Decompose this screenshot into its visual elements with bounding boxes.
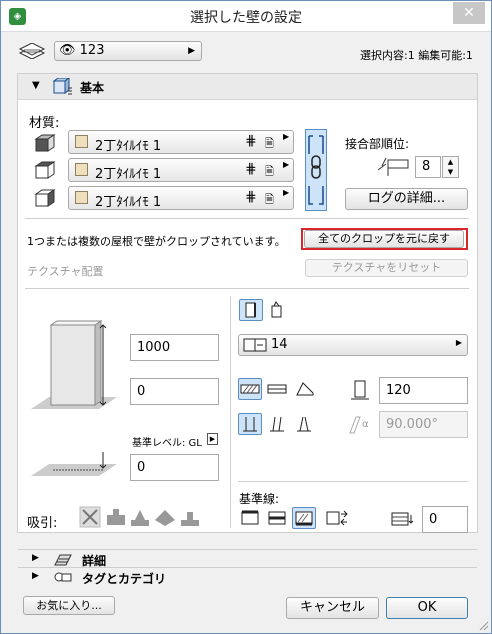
wall-settings-icon [51, 78, 73, 96]
angle-icon: α [348, 415, 374, 435]
material-swatch [75, 163, 88, 176]
divider [238, 481, 468, 482]
surface-icon-2 [34, 161, 56, 179]
junction-order-field[interactable]: 8 [415, 156, 441, 178]
base-offset-field[interactable]: 0 [130, 454, 219, 481]
close-button[interactable]: ✕ [453, 2, 485, 24]
popup-arrow-icon: ▶ [283, 188, 290, 197]
details-section-header[interactable]: ▶ 詳細 [18, 549, 477, 568]
wall-height-diagram [29, 319, 119, 414]
divider [25, 218, 469, 219]
document-icon: 🗎 [265, 165, 274, 178]
junction-icon [376, 156, 410, 178]
tags-section-header[interactable]: ▶ タグとカテゴリ [18, 567, 477, 586]
divider [25, 288, 469, 289]
hatch-icon: ⋕ [245, 133, 257, 149]
ref-line-center-button[interactable] [265, 507, 289, 529]
composite-selector[interactable]: 14 ▶ [238, 334, 468, 356]
structure-profile-button[interactable] [292, 378, 316, 400]
selection-info: 選択内容:1 編集可能:1 [360, 49, 473, 62]
window-title: 選択した壁の設定 [190, 10, 302, 26]
ref-offset-icon [391, 509, 417, 529]
material-row-3[interactable]: 2丁ﾀｲﾙｲﾓ 1 ⋕ 🗎 ▶ [68, 186, 294, 210]
stepper-up-icon[interactable]: ▲ [443, 157, 458, 167]
tags-icon [54, 571, 72, 584]
eye-icon: 👁 [59, 43, 76, 58]
reset-texture-button[interactable]: テクスチャをリセット [305, 259, 468, 277]
ok-button[interactable]: OK [386, 597, 468, 619]
material-swatch [75, 191, 88, 204]
geometry-slanted-button[interactable] [265, 413, 289, 435]
wall-height-field[interactable]: 1000 [130, 334, 219, 361]
base-level-arrow-button[interactable]: ▶ [207, 433, 218, 445]
material-row-2[interactable]: 2丁ﾀｲﾙｲﾓ 1 ⋕ 🗎 ▶ [68, 158, 294, 182]
material-name: 2丁ﾀｲﾙｲﾓ 1 [95, 167, 162, 182]
resize-grip-icon[interactable] [477, 619, 489, 631]
material-row-1[interactable]: 2丁ﾀｲﾙｲﾓ 1 ⋕ 🗎 ▶ [68, 130, 294, 154]
basic-section-label: 基本 [80, 81, 105, 95]
document-icon: 🗎 [265, 193, 274, 206]
junction-stepper[interactable]: ▲ ▼ [442, 156, 459, 178]
settings-dialog: ◈ 選択した壁の設定 ✕ 👁 123 ▶ 選択内容:1 編集可能:1 ▼ 基本 … [0, 0, 492, 634]
reference-offset-field[interactable]: 0 [422, 506, 468, 533]
details-icon [54, 553, 72, 566]
alpha-symbol: α [362, 419, 369, 430]
popup-arrow-icon: ▶ [283, 132, 290, 141]
composite-icon [243, 338, 267, 352]
structure-basic-button[interactable] [238, 378, 262, 400]
angle-field[interactable]: 90.000° [379, 411, 468, 438]
surface-icon-3 [34, 189, 56, 207]
hatch-icon: ⋕ [245, 189, 257, 205]
snap-label: 吸引: [27, 516, 58, 531]
expand-icon[interactable]: ▶ [32, 571, 39, 581]
material-name: 2丁ﾀｲﾙｲﾓ 1 [95, 195, 162, 210]
structure-composite-button[interactable] [265, 378, 289, 400]
crop-message: 1つまたは複数の屋根で壁がクロップされています。 [27, 235, 286, 248]
favorites-button[interactable]: お気に入り... [23, 596, 115, 615]
title-bar: ◈ 選択した壁の設定 ✕ [1, 1, 491, 32]
highlight-box [301, 228, 468, 250]
chevron-right-icon: ▶ [455, 338, 462, 347]
expand-icon[interactable]: ▼ [32, 80, 40, 91]
composite-value: 14 [271, 337, 288, 352]
base-level-diagram [29, 448, 119, 483]
layer-value: 123 [79, 43, 105, 58]
ref-line-inside-button[interactable] [292, 507, 316, 529]
material-swatch [75, 135, 88, 148]
basic-section-header[interactable]: ▼ 基本 [18, 74, 477, 100]
texture-placement-label: テクスチャ配置 [27, 265, 104, 278]
hatch-icon: ⋕ [245, 161, 257, 177]
cancel-button[interactable]: キャンセル [286, 597, 379, 619]
material-name: 2丁ﾀｲﾙｲﾓ 1 [95, 139, 162, 154]
ref-line-flip-button[interactable] [323, 507, 348, 529]
log-details-button[interactable]: ログの詳細... [345, 188, 468, 210]
wall-slanted-button[interactable] [265, 299, 289, 321]
material-label: 材質: [29, 116, 60, 131]
snap-icons [79, 506, 209, 530]
popup-arrow-icon: ▶ [283, 160, 290, 169]
thickness-icon [349, 379, 371, 401]
link-materials-button[interactable] [305, 129, 327, 211]
document-icon: 🗎 [265, 137, 274, 150]
thickness-field[interactable]: 120 [379, 377, 468, 404]
base-level-label: 基準レベル: GL [132, 438, 202, 449]
junction-label: 接合部順位: [345, 137, 410, 151]
tags-section-label: タグとカテゴリ [82, 572, 167, 586]
geometry-straight-button[interactable] [238, 413, 262, 435]
surface-icon-1 [34, 134, 56, 152]
layer-selector[interactable]: 👁 123 ▶ [54, 41, 202, 61]
ref-line-outside-button[interactable] [238, 507, 262, 529]
geometry-double-slanted-button[interactable] [292, 413, 316, 435]
divider-vertical [230, 296, 231, 528]
stepper-down-icon[interactable]: ▼ [443, 167, 458, 177]
layers-icon [18, 43, 46, 59]
chevron-right-icon: ▶ [188, 46, 195, 56]
wall-offset-field[interactable]: 0 [130, 378, 219, 405]
wall-straight-button[interactable] [239, 299, 263, 321]
reference-line-label: 基準線: [239, 492, 280, 506]
expand-icon[interactable]: ▶ [32, 553, 39, 563]
